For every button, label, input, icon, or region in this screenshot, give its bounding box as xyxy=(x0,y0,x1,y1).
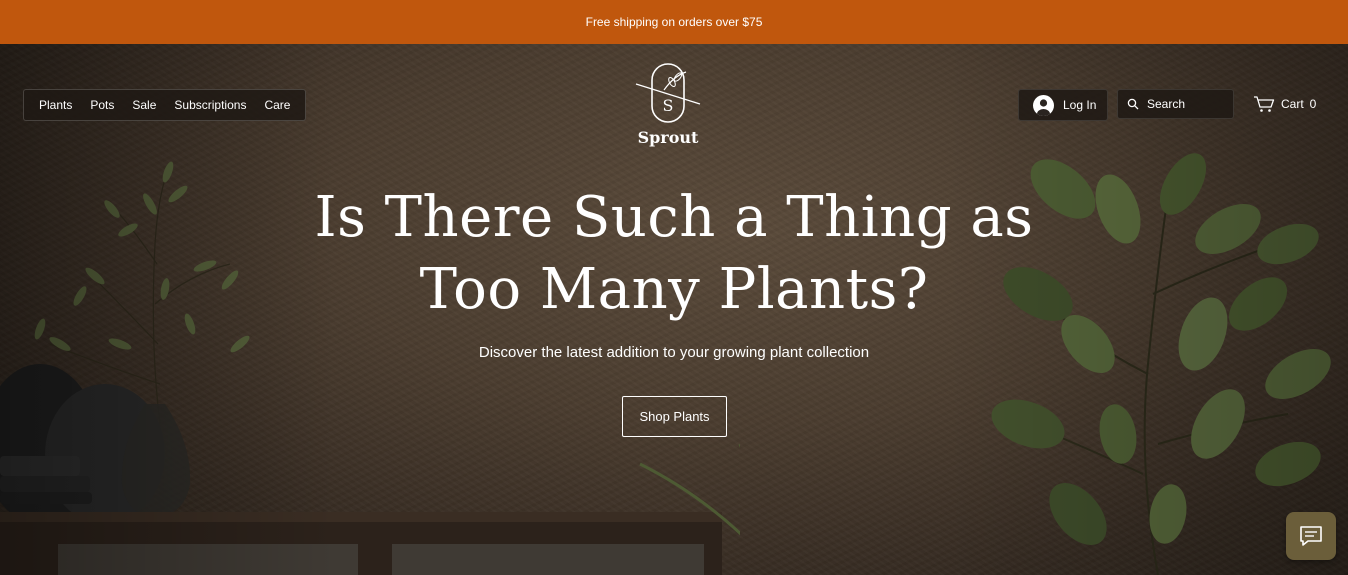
shop-plants-button[interactable]: Shop Plants xyxy=(622,396,727,437)
hero-section: Plants Pots Sale Subscriptions Care S Sp… xyxy=(0,44,1348,575)
nav-item-subscriptions[interactable]: Subscriptions xyxy=(169,98,251,112)
announcement-bar: Free shipping on orders over $75 xyxy=(0,0,1348,44)
login-button[interactable]: Log In xyxy=(1018,89,1108,121)
search-placeholder: Search xyxy=(1147,97,1186,111)
hero-headline-line1: Is There Such a Thing as xyxy=(314,185,1034,250)
cart-icon xyxy=(1254,96,1275,112)
nav-item-pots[interactable]: Pots xyxy=(85,98,119,112)
chat-button[interactable] xyxy=(1286,512,1336,560)
nav-item-sale[interactable]: Sale xyxy=(127,98,161,112)
sprout-logo-icon: S xyxy=(635,63,701,123)
cart-label: Cart xyxy=(1281,97,1304,111)
cart-count: 0 xyxy=(1309,97,1317,111)
site-logo[interactable]: S Sprout xyxy=(634,62,702,148)
cart-button[interactable]: Cart 0 xyxy=(1253,92,1316,116)
hero-headline: Is There Such a Thing as Too Many Plants… xyxy=(274,182,1074,326)
chat-icon xyxy=(1300,526,1322,546)
hero-headline-line2: Too Many Plants? xyxy=(419,257,929,322)
search-icon xyxy=(1127,98,1139,110)
logo-letter: S xyxy=(663,96,674,115)
announcement-text: Free shipping on orders over $75 xyxy=(585,15,763,29)
logo-name: Sprout xyxy=(637,128,699,147)
search-input[interactable]: Search xyxy=(1117,89,1234,119)
main-nav: Plants Pots Sale Subscriptions Care xyxy=(23,89,307,121)
avatar-icon xyxy=(1033,94,1054,116)
nav-item-care[interactable]: Care xyxy=(259,98,295,112)
nav-item-plants[interactable]: Plants xyxy=(34,98,77,112)
hero-subheading: Discover the latest addition to your gro… xyxy=(478,344,870,361)
login-label: Log In xyxy=(1063,98,1097,112)
